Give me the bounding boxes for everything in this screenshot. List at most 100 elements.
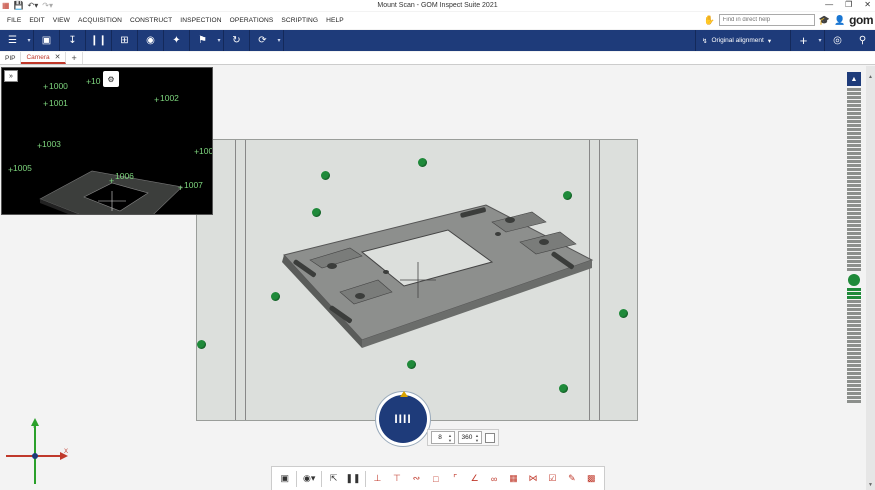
- hamburger-icon[interactable]: ☰: [0, 30, 25, 51]
- pip-marker-label: 100: [199, 146, 213, 156]
- menu-scripting[interactable]: SCRIPTING: [277, 17, 322, 24]
- progress-tick: [847, 356, 861, 359]
- camera-pip[interactable]: » ⚙ + 1000 + 1001 + 10 + 1002 + 1003 + 1…: [1, 67, 213, 215]
- progress-tick: [847, 148, 861, 151]
- settings-icon[interactable]: ▩: [582, 469, 601, 489]
- pip-part-image: [39, 170, 183, 214]
- chevron-down-icon[interactable]: ▾: [215, 30, 223, 51]
- box-icon[interactable]: □: [426, 469, 445, 489]
- rotate-icon[interactable]: ⟳: [250, 30, 275, 51]
- close-tab-icon[interactable]: ✕: [55, 53, 61, 61]
- marker-cross: +: [43, 82, 49, 92]
- minimize-icon[interactable]: —: [825, 0, 833, 9]
- view-icon[interactable]: ▣: [34, 30, 59, 51]
- profile-icon[interactable]: ∾: [407, 469, 426, 489]
- marker-cross: +: [178, 183, 184, 193]
- chevron-down-icon[interactable]: ▾: [816, 30, 824, 51]
- menu-operations[interactable]: OPERATIONS: [226, 17, 278, 24]
- refresh-icon[interactable]: ↻: [224, 30, 249, 51]
- alignment-selector[interactable]: ↯ Original alignment ▾: [695, 30, 791, 51]
- scroll-up-icon[interactable]: ▲: [866, 74, 875, 80]
- edit-icon[interactable]: ✎: [562, 469, 581, 489]
- height-icon[interactable]: ⊤: [387, 469, 406, 489]
- scan-count-stepper[interactable]: 8 ▲ ▼: [431, 431, 455, 444]
- toolbar-separator: [320, 470, 322, 487]
- progress-tick: [847, 164, 861, 167]
- sparkle-icon[interactable]: ✦: [164, 30, 189, 51]
- menu-edit[interactable]: EDIT: [25, 17, 48, 24]
- chevron-down-icon[interactable]: ▾: [25, 30, 33, 51]
- progress-tick: [847, 240, 861, 243]
- menu-view[interactable]: VIEW: [49, 17, 74, 24]
- measure-icon[interactable]: ⊥: [368, 469, 387, 489]
- redo-icon[interactable]: ↷▾: [42, 1, 53, 10]
- progress-tick: [847, 200, 861, 203]
- edge-icon[interactable]: ⌜: [446, 469, 465, 489]
- save-icon[interactable]: 💾: [14, 1, 24, 10]
- restore-icon[interactable]: ❐: [845, 0, 852, 9]
- user-icon[interactable]: 👤: [834, 15, 845, 26]
- scan-mode-icon[interactable]: ◉▾: [299, 469, 318, 489]
- pause-icon[interactable]: ❚❚: [343, 469, 362, 489]
- menu-help[interactable]: HELP: [322, 17, 348, 24]
- pip-marker-label: 1006: [115, 171, 134, 181]
- import-icon[interactable]: ↧: [60, 30, 85, 51]
- select-icon[interactable]: ⇱: [324, 469, 343, 489]
- add-tab-button[interactable]: +: [66, 52, 83, 64]
- pip-marker-label: 1003: [42, 139, 61, 149]
- progress-tick: [847, 116, 861, 119]
- columns-icon[interactable]: ❙❙: [86, 30, 111, 51]
- hand-icon[interactable]: ✋: [704, 15, 715, 26]
- chevron-down-icon: ▾: [767, 37, 772, 45]
- menu-construct[interactable]: CONSTRUCT: [126, 17, 176, 24]
- stepper-arrows-icon[interactable]: ▲ ▼: [448, 433, 452, 443]
- menu-acquisition[interactable]: ACQUISITION: [74, 17, 126, 24]
- progress-tick: [847, 224, 861, 227]
- camera-mode-icon[interactable]: ⚙: [103, 71, 119, 87]
- crop-icon[interactable]: ⊞: [112, 30, 137, 51]
- camera-target-icon[interactable]: ◎: [825, 30, 850, 51]
- progress-tick: [847, 372, 861, 375]
- undo-icon[interactable]: ↶▾: [28, 1, 39, 10]
- grid-icon[interactable]: ▦: [504, 469, 523, 489]
- flag-icon[interactable]: ⚑: [190, 30, 215, 51]
- progress-tick: [847, 308, 861, 311]
- chevron-down-icon[interactable]: ▾: [275, 30, 283, 51]
- progress-tick: [847, 388, 861, 391]
- close-icon[interactable]: ✕: [864, 0, 871, 9]
- tab-camera[interactable]: Camera ✕: [21, 52, 67, 64]
- cross-icon[interactable]: ⋈: [523, 469, 542, 489]
- expand-pip-button[interactable]: »: [4, 70, 18, 82]
- progress-tick: [847, 108, 861, 111]
- progress-tick: [847, 324, 861, 327]
- toolbar-separator: [283, 30, 284, 51]
- link-icon[interactable]: ∞: [484, 469, 503, 489]
- check-icon[interactable]: ☑: [543, 469, 562, 489]
- progress-tick: [847, 136, 861, 139]
- graduation-cap-icon[interactable]: 🎓: [819, 15, 830, 26]
- angle-icon[interactable]: ∠: [465, 469, 484, 489]
- progress-tick: [847, 144, 861, 147]
- rotation-angle-stepper[interactable]: 360 ▲ ▼: [457, 431, 482, 444]
- progress-tick: [847, 168, 861, 171]
- plus-icon[interactable]: +: [791, 30, 816, 51]
- progress-tick: [847, 124, 861, 127]
- scroll-down-icon[interactable]: ▼: [866, 482, 875, 488]
- tab-pip[interactable]: PIP: [0, 52, 22, 64]
- help-search-input[interactable]: [718, 14, 815, 26]
- current-scan-indicator[interactable]: [848, 274, 860, 286]
- progress-tick: [847, 384, 861, 387]
- probe-icon[interactable]: ⚲: [850, 30, 875, 51]
- stepper-arrows-icon[interactable]: ▲ ▼: [475, 433, 479, 443]
- target-icon[interactable]: ◉: [138, 30, 163, 51]
- option-checkbox[interactable]: [484, 432, 495, 443]
- progress-tick: [847, 248, 861, 251]
- vertical-scrollbar[interactable]: ▲ ▼: [866, 66, 875, 490]
- progress-tick: [847, 312, 861, 315]
- menu-file[interactable]: FILE: [3, 17, 25, 24]
- screenshot-icon[interactable]: ▣: [275, 469, 294, 489]
- mountain-icon[interactable]: ▲: [847, 72, 861, 86]
- scan-button[interactable]: IIII: [379, 395, 427, 443]
- progress-tick: [847, 376, 861, 379]
- menu-inspection[interactable]: INSPECTION: [176, 17, 225, 24]
